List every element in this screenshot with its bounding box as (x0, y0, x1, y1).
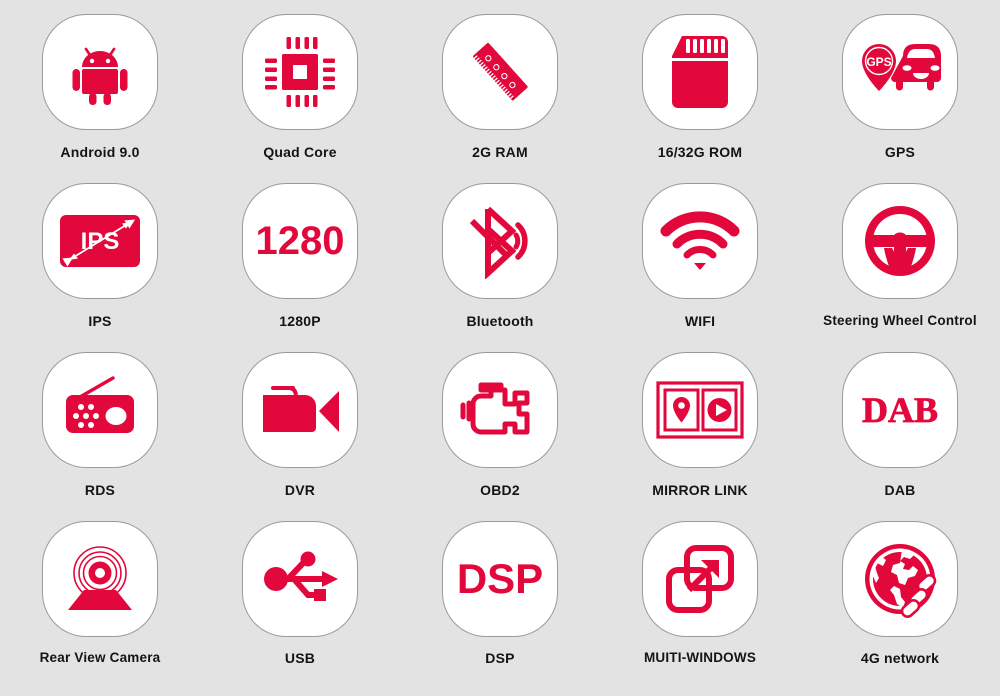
bluetooth-icon (464, 203, 536, 279)
feature-label: 1280P (279, 313, 321, 329)
ram-stick-ruler-icon (462, 34, 538, 110)
feature-label: Quad Core (263, 144, 337, 160)
dab-text-icon: DAB (852, 388, 948, 432)
feature-cell-multi-windows: MUITI-WINDOWS (600, 521, 800, 690)
feature-tile-dvr[interactable] (242, 352, 358, 468)
feature-label: DAB (884, 482, 916, 498)
feature-label: GPS (884, 144, 916, 160)
feature-cell-usb: USB (200, 521, 400, 690)
feature-label: Steering Wheel Control (823, 313, 977, 328)
feature-tile-ram[interactable] (442, 14, 558, 130)
wifi-icon (660, 211, 740, 271)
feature-tile-mirror-link[interactable] (642, 352, 758, 468)
resolution-icon-text: 1280 (256, 219, 345, 263)
dsp-icon-text: DSP (457, 555, 543, 602)
feature-tile-bluetooth[interactable] (442, 183, 558, 299)
feature-cell-dab: DAB DAB (800, 352, 1000, 521)
feature-cell-android: Android 9.0 (0, 14, 200, 183)
engine-check-icon (459, 379, 541, 441)
globe-chain-icon (861, 540, 939, 618)
feature-label: OBD2 (480, 482, 520, 498)
android-robot-icon (64, 36, 136, 108)
resolution-number-icon: 1280 (250, 216, 350, 266)
feature-tile-steering-wheel[interactable] (842, 183, 958, 299)
dab-icon-text: DAB (862, 390, 938, 430)
feature-icon-grid: Android 9.0 Quad Core 2G RAM 16/32G ROM … (0, 0, 1000, 696)
feature-label: WIFI (684, 313, 716, 329)
gps-pin-car-icon: GPS (857, 42, 943, 102)
memory-card-icon (668, 34, 732, 110)
feature-cell-rear-view-camera: Rear View Camera (0, 521, 200, 690)
feature-tile-quad-core[interactable] (242, 14, 358, 130)
ips-screen-diagonal-icon: IPS (57, 211, 143, 271)
feature-label: IPS (88, 313, 112, 329)
feature-cell-bluetooth: Bluetooth (400, 183, 600, 352)
feature-label: 4G network (860, 650, 940, 666)
feature-tile-multi-windows[interactable] (642, 521, 758, 637)
feature-tile-wifi[interactable] (642, 183, 758, 299)
feature-label: MIRROR LINK (652, 482, 748, 498)
feature-tile-rear-view-camera[interactable] (42, 521, 158, 637)
feature-label: 2G RAM (472, 144, 528, 160)
gps-icon-text: GPS (866, 55, 891, 69)
feature-cell-quad-core: Quad Core (200, 14, 400, 183)
feature-tile-obd2[interactable] (442, 352, 558, 468)
feature-tile-1280p[interactable]: 1280 (242, 183, 358, 299)
feature-cell-rds: RDS (0, 352, 200, 521)
multi-window-icon (665, 544, 735, 614)
feature-cell-obd2: OBD2 (400, 352, 600, 521)
feature-label: DSP (485, 650, 515, 666)
feature-cell-gps: GPS GPS (800, 14, 1000, 183)
feature-cell-ram: 2G RAM (400, 14, 600, 183)
video-camera-icon (259, 379, 341, 441)
feature-tile-4g-network[interactable] (842, 521, 958, 637)
feature-cell-1280p: 1280 1280P (200, 183, 400, 352)
steering-wheel-icon (861, 202, 939, 280)
feature-label: Android 9.0 (60, 144, 140, 160)
feature-cell-dvr: DVR (200, 352, 400, 521)
feature-cell-mirror-link: MIRROR LINK (600, 352, 800, 521)
feature-tile-dab[interactable]: DAB (842, 352, 958, 468)
rear-view-camera-icon (58, 544, 142, 614)
feature-tile-usb[interactable] (242, 521, 358, 637)
feature-label: Bluetooth (466, 313, 534, 329)
ips-icon-text: IPS (81, 228, 120, 255)
feature-label: MUITI-WINDOWS (643, 650, 757, 665)
feature-label: Rear View Camera (39, 650, 161, 665)
mirror-link-screens-icon (656, 381, 744, 439)
feature-label: RDS (84, 482, 116, 498)
feature-cell-ips: IPS IPS (0, 183, 200, 352)
feature-tile-rds[interactable] (42, 352, 158, 468)
radio-icon (60, 375, 140, 445)
feature-cell-dsp: DSP DSP (400, 521, 600, 690)
feature-label: DVR (284, 482, 316, 498)
feature-tile-ips[interactable]: IPS (42, 183, 158, 299)
feature-tile-gps[interactable]: GPS (842, 14, 958, 130)
feature-tile-android[interactable] (42, 14, 158, 130)
feature-label: USB (284, 650, 316, 666)
feature-cell-steering-wheel: Steering Wheel Control (800, 183, 1000, 352)
feature-cell-rom: 16/32G ROM (600, 14, 800, 183)
feature-label: 16/32G ROM (657, 144, 743, 160)
feature-cell-wifi: WIFI (600, 183, 800, 352)
dsp-text-icon: DSP (450, 555, 550, 603)
cpu-chip-icon (263, 35, 337, 109)
usb-icon (258, 547, 342, 611)
feature-cell-4g-network: 4G network (800, 521, 1000, 690)
feature-tile-dsp[interactable]: DSP (442, 521, 558, 637)
feature-tile-rom[interactable] (642, 14, 758, 130)
